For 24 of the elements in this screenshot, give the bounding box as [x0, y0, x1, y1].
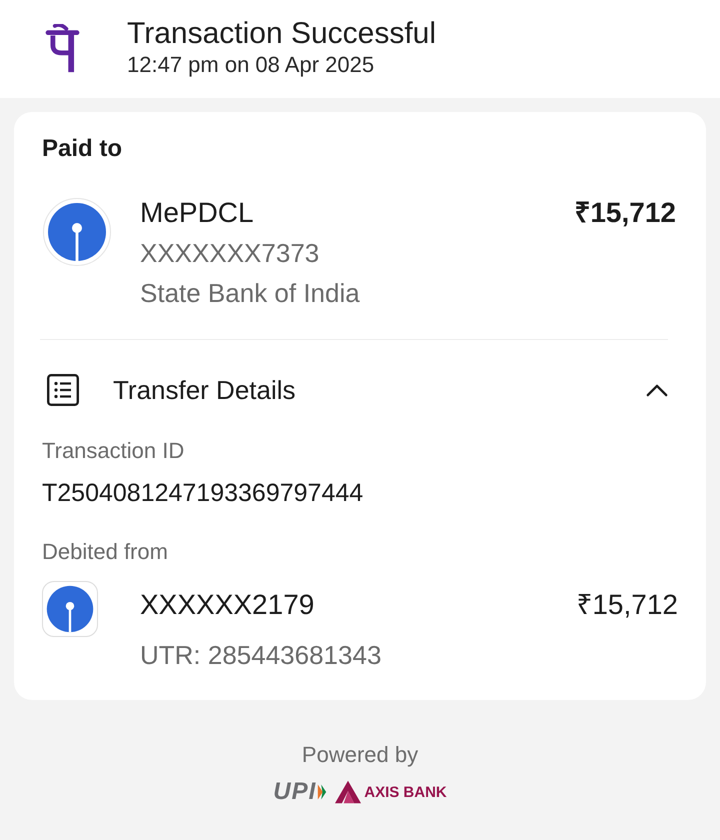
- transaction-timestamp: 12:47 pm on 08 Apr 2025: [127, 52, 376, 78]
- arrow-stripes-icon: [317, 784, 328, 800]
- bank-logo-icon: [42, 581, 98, 637]
- paid-amount: ₹15,712: [574, 196, 676, 230]
- transaction-status-title: Transaction Successful: [127, 16, 436, 52]
- payee-account-number: XXXXXXX7373: [140, 237, 320, 270]
- paid-to-heading: Paid to: [42, 134, 124, 164]
- field-label: Transaction ID: [42, 437, 186, 465]
- bank-logo-icon: [43, 198, 111, 266]
- powered-by-text: Powered by: [302, 741, 418, 769]
- transaction-id-value: T2504081247193369797444: [42, 478, 364, 509]
- bank-logo-text: AXIS BANK: [364, 784, 447, 800]
- payee-name: MePDCL: [140, 196, 255, 230]
- debit-account-number: XXXXXX2179: [140, 588, 316, 622]
- triangle-logo-icon: [335, 780, 362, 804]
- upi-logo-text: UPI: [273, 778, 316, 806]
- payee-bank-name: State Bank of India: [140, 277, 361, 310]
- app-logo-icon: [45, 24, 80, 74]
- debited-from-label: Debited from: [42, 538, 169, 566]
- transfer-details-toggle[interactable]: Transfer Details: [14, 340, 706, 440]
- utr-number: UTR: 285443681343: [140, 639, 382, 672]
- list-icon: [47, 374, 79, 406]
- transfer-details-title: Transfer Details: [113, 374, 297, 406]
- debited-amount: ₹15,712: [576, 588, 678, 622]
